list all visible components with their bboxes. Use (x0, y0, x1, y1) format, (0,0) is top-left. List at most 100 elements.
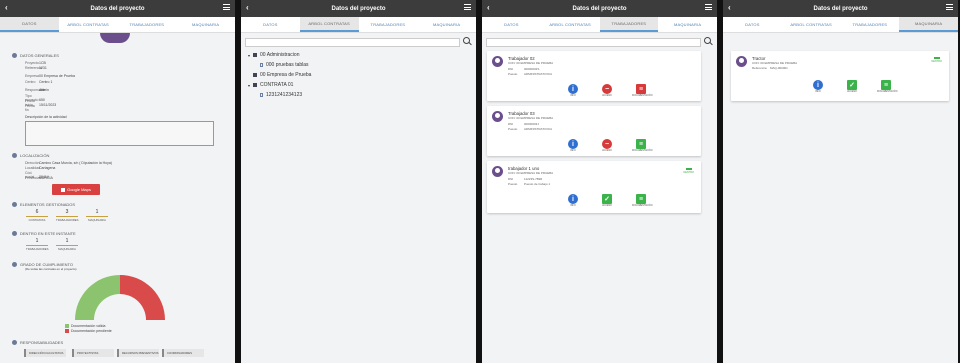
search-input[interactable] (245, 37, 460, 47)
tab-arbol-contratas[interactable]: ARBOL CONTRATAS (541, 17, 600, 32)
resp-direccion-facultativa[interactable]: DIRECCIÓN FACULTATIVA (24, 349, 66, 357)
search-icon[interactable] (463, 37, 473, 47)
project-image (100, 33, 130, 43)
action-label: ACCESO (847, 91, 857, 93)
google-maps-button[interactable]: Google Maps (52, 184, 100, 195)
tab-maquinaria[interactable]: MAQUINARIA (176, 17, 235, 32)
worker-puesto: Puesto Puesto de trabajo 1 (508, 182, 550, 186)
field-value: Centro 1 (39, 80, 53, 84)
section-title: ELEMENTOS GESTIONADOS (20, 202, 76, 207)
acceso-button[interactable]: − ACCESO (598, 139, 616, 152)
tree-leaf[interactable]: 000 pruebas tablas (260, 62, 309, 68)
info-button[interactable]: i INFO (564, 84, 582, 97)
acceso-button[interactable]: ✓ ACCESO (843, 80, 861, 93)
back-arrow-icon[interactable]: ‹ (5, 3, 8, 12)
worker-puesto: Puesto ADMINISTRATIVO/A (508, 72, 552, 76)
back-arrow-icon[interactable]: ‹ (487, 3, 490, 12)
folder-icon (253, 83, 258, 87)
menu-icon[interactable] (223, 4, 230, 10)
tab-arbol-contratas[interactable]: ARBOL CONTRATAS (59, 17, 118, 32)
tab-trabajadores[interactable]: TRABAJADORES (599, 17, 659, 32)
field-provincia: ProvinciaMURCIA (25, 176, 53, 180)
field-referencia: Referencia1231 (25, 66, 47, 70)
legend-swatch-red (65, 329, 69, 333)
tab-datos[interactable]: DATOS (482, 17, 541, 32)
field-label: Centro (25, 80, 36, 84)
worker-company: CON: 00 EMPRESA DE PRUEBA (508, 171, 554, 175)
document-icon: ≡ (636, 139, 646, 149)
tree-node[interactable]: ▾ 00 Administracion (248, 52, 299, 58)
tree-leaf[interactable]: 1231241234123 (260, 92, 302, 98)
documentacion-button[interactable]: ≡ DOCUMENTACIÓN (632, 84, 652, 97)
tab-trabajadores[interactable]: TRABAJADORES (359, 17, 418, 32)
document-icon: ≡ (881, 80, 891, 90)
tab-bar: DATOS ARBOL CONTRATAS TRABAJADORES MAQUI… (241, 17, 476, 33)
resp-proyectistas[interactable]: PROYECTISTAS (72, 349, 114, 357)
document-icon: ≡ (636, 194, 646, 204)
search-input[interactable] (486, 37, 701, 47)
resp-recursos-preventivos[interactable]: RECURSOS PREVENTIVOS (117, 349, 159, 357)
tab-trabajadores[interactable]: TRABAJADORES (118, 17, 177, 32)
descripcion-textarea[interactable] (25, 121, 214, 146)
documentacion-button[interactable]: ≡ DOCUMENTACIÓN (632, 194, 652, 207)
section-title: RESPONSABILIDADES (20, 340, 64, 345)
documentacion-button[interactable]: ≡ DOCUMENTACIÓN (877, 80, 897, 93)
tree-node[interactable]: ▾ CONTRATA 01 (248, 82, 293, 88)
menu-icon[interactable] (705, 4, 712, 10)
legend-label: Documentación válida (71, 324, 106, 328)
legend-label: Documentación pendiente (71, 329, 112, 333)
expand-arrow-icon[interactable]: ▾ (248, 83, 250, 88)
machine-company: CON: 00 EMPRESA DE PRUEBA (752, 61, 798, 65)
worker-card[interactable]: Trabajador 03 CON: 00 EMPRESA DE PRUEBA … (487, 106, 701, 156)
tab-datos[interactable]: DATOS (723, 17, 782, 32)
section-localizacion: LOCALIZACIÓN (12, 153, 49, 158)
section-title: DENTRO EN ESTE INSTANTE (20, 231, 76, 236)
machine-card[interactable]: Tractor CON: 00 EMPRESA DE PRUEBA Refere… (731, 51, 949, 101)
search-icon[interactable] (704, 37, 714, 47)
info-button[interactable]: i INFO (564, 194, 582, 207)
field-label: Puesto (508, 127, 518, 131)
no-entry-icon: − (602, 84, 612, 94)
info-button[interactable]: i INFO (809, 80, 827, 93)
acceso-button[interactable]: − ACCESO (598, 84, 616, 97)
avatar (492, 111, 503, 122)
field-value: MURCIA (39, 176, 53, 180)
back-arrow-icon[interactable]: ‹ (246, 3, 249, 12)
tab-arbol-contratas[interactable]: ARBOL CONTRATAS (299, 17, 359, 32)
worker-card[interactable]: trabajador 1 uno CON: 00 EMPRESA DE PRUE… (487, 161, 701, 213)
tree-node[interactable]: 00 Empresa de Prueba (253, 72, 311, 78)
arc-documentacion-pendiente (120, 275, 165, 320)
worker-company: CON: 00 EMPRESA DE PRUEBA (508, 61, 554, 65)
field-empresa: Empresa00 Empresa de Prueba (25, 74, 75, 78)
tab-trabajadores[interactable]: TRABAJADORES (841, 17, 900, 32)
tab-datos[interactable]: DATOS (0, 17, 59, 32)
worker-card[interactable]: Trabajador 02 CON: 00 EMPRESA DE PRUEBA … (487, 51, 701, 101)
legend-valida: Documentación válida (65, 324, 105, 328)
worker-company: CON: 00 EMPRESA DE PRUEBA (508, 116, 554, 120)
expand-arrow-icon[interactable]: ▾ (248, 53, 250, 58)
menu-icon[interactable] (946, 4, 953, 10)
checkmark-icon: ✓ (602, 194, 612, 204)
tab-arbol-contratas[interactable]: ARBOL CONTRATAS (782, 17, 841, 32)
field-value: 00000002S (524, 67, 540, 71)
action-label: INFO (815, 91, 821, 93)
card-actions: i INFO ✓ ACCESO ≡ DOCUMENTACIÓN (809, 80, 897, 93)
field-value: 11223S-789R (524, 177, 543, 181)
menu-icon[interactable] (464, 4, 471, 10)
action-label: ACCESO (602, 95, 612, 97)
screen-arbol-contratas: ‹ Datos del proyecto DATOS ARBOL CONTRAT… (241, 0, 476, 363)
tab-maquinaria[interactable]: MAQUINARIA (658, 17, 717, 32)
tab-datos[interactable]: DATOS (241, 17, 300, 32)
folder-icon (253, 53, 258, 57)
action-label: INFO (570, 205, 576, 207)
acceso-button[interactable]: ✓ ACCESO (598, 194, 616, 207)
tab-maquinaria[interactable]: MAQUINARIA (899, 17, 958, 32)
action-label: INFO (570, 150, 576, 152)
tab-maquinaria[interactable]: MAQUINARIA (417, 17, 476, 32)
info-button[interactable]: i INFO (564, 139, 582, 152)
arc-documentacion-valida (75, 275, 120, 320)
back-arrow-icon[interactable]: ‹ (728, 3, 731, 12)
documentacion-button[interactable]: ≡ DOCUMENTACIÓN (632, 139, 652, 152)
resp-coordinadores[interactable]: COORDINADORES (162, 349, 204, 357)
avatar (492, 56, 503, 67)
